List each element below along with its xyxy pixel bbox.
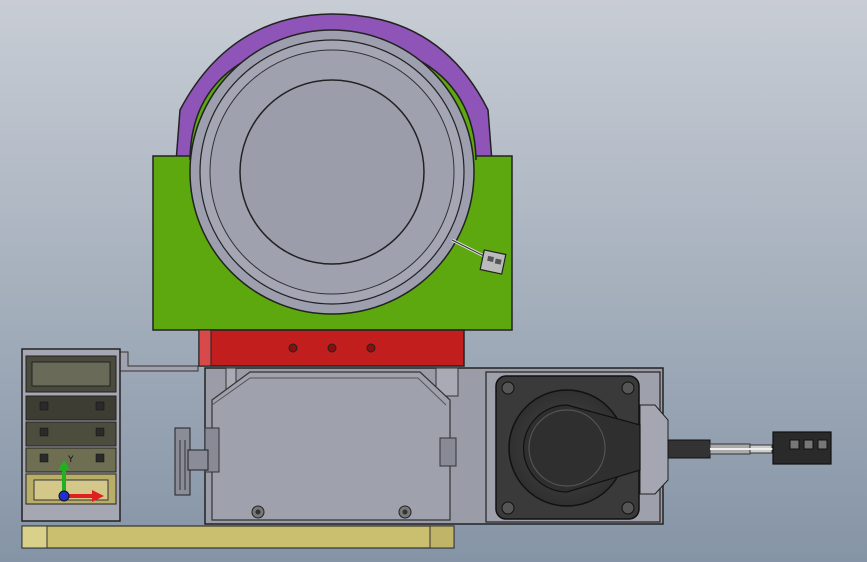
cad-viewport[interactable]: Y xyxy=(0,0,867,562)
drum-face xyxy=(239,79,425,265)
red-plate-hole xyxy=(366,343,376,353)
motor-bolt xyxy=(621,381,635,395)
red-plate-hole xyxy=(327,343,337,353)
triad-y-label: Y xyxy=(67,455,74,465)
motor-bolt xyxy=(621,501,635,515)
motor-bolt xyxy=(501,381,515,395)
cable-gland xyxy=(667,439,711,459)
red-plate-hole xyxy=(288,343,298,353)
motor-bolt xyxy=(501,501,515,515)
cad-drawing: Y xyxy=(0,0,867,562)
base-plate xyxy=(21,525,455,549)
